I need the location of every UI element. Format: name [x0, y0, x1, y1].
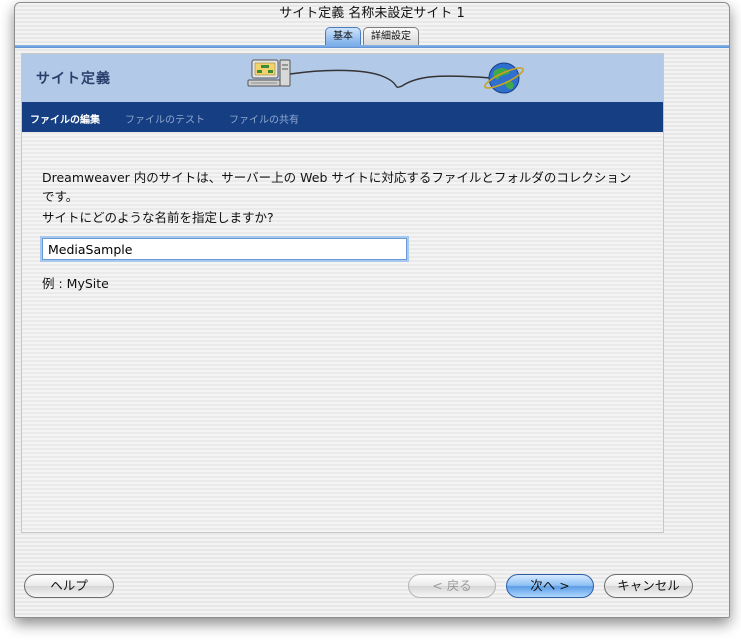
step-edit-files: ファイルの編集 — [30, 115, 100, 126]
banner-title: サイト定義 — [36, 71, 111, 87]
help-button[interactable]: ヘルプ — [24, 574, 114, 598]
back-button[interactable]: < 戻る — [408, 574, 496, 598]
window-title: サイト定義 名称未設定サイト 1 — [279, 6, 465, 21]
cancel-button[interactable]: キャンセル — [604, 574, 693, 598]
tab-bar: 基本 詳細設定 — [15, 27, 729, 47]
tab-divider — [15, 45, 729, 48]
network-cable — [289, 69, 493, 88]
wizard-panel: サイト定義 ファイルの編集 ファイルのテスト ファイルの共有 Dreamweav… — [21, 53, 664, 533]
intro-text: Dreamweaver 内のサイトは、サーバー上の Web サイトに対応するファ… — [42, 170, 632, 204]
site-name-example: 例 : MySite — [42, 276, 109, 291]
site-definition-dialog: サイト定義 名称未設定サイト 1 基本 詳細設定 サイト定義 ファイルの編集 フ… — [14, 2, 730, 618]
globe-icon — [484, 62, 524, 94]
wizard-steps: ファイルの編集 ファイルのテスト ファイルの共有 — [22, 102, 663, 132]
step-share-files: ファイルの共有 — [229, 115, 299, 126]
next-button[interactable]: 次へ > — [506, 574, 594, 598]
computer-icon — [247, 59, 291, 87]
tab-basic[interactable]: 基本 — [325, 27, 361, 45]
site-name-input[interactable] — [42, 238, 407, 260]
tab-advanced[interactable]: 詳細設定 — [363, 27, 419, 45]
banner-illustration — [247, 59, 524, 94]
site-name-question: サイトにどのような名前を指定しますか? — [42, 210, 274, 225]
step-test-files: ファイルのテスト — [125, 115, 205, 126]
wizard-banner: サイト定義 — [22, 54, 663, 102]
